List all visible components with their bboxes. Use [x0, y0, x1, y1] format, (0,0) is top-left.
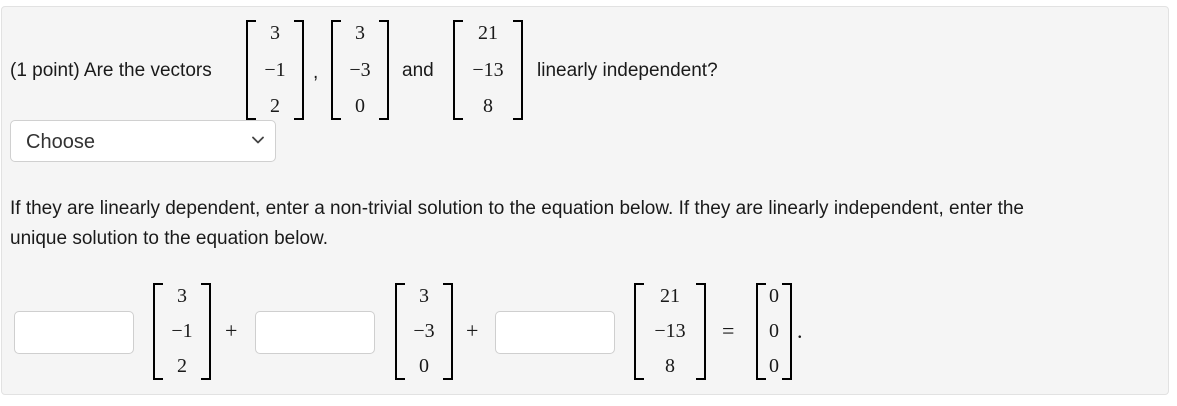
question-vector-2: 3 −3 0 [331, 20, 389, 120]
matrix-cell: 0 [769, 355, 779, 377]
equation-vector-3: 21 −13 8 [634, 283, 706, 380]
instructions-line-1: If they are linearly dependent, enter a … [10, 198, 1024, 219]
matrix-cell: −1 [171, 320, 193, 342]
instructions-line-2: unique solution to the equation below. [10, 228, 328, 249]
matrix-cell: 0 [769, 285, 779, 307]
matrix-cell: 8 [665, 355, 675, 377]
select-value: Choose [26, 131, 95, 153]
chevron-down-icon [252, 136, 264, 144]
equation-vector-1: 3 −1 2 [153, 283, 211, 380]
coefficient-input-1[interactable] [14, 311, 134, 354]
matrix-cell: 21 [478, 22, 498, 44]
coefficient-input-2[interactable] [255, 311, 375, 354]
matrix-cell: 3 [270, 22, 280, 44]
equation-period: . [797, 318, 803, 343]
matrix-cell: 2 [177, 355, 187, 377]
question-prefix: (1 point) Are the vectors [10, 60, 212, 81]
matrix-cell: 3 [355, 22, 365, 44]
matrix-cell: −3 [413, 320, 435, 342]
matrix-cell: 8 [483, 95, 493, 117]
matrix-cell: 3 [419, 285, 429, 307]
matrix-cell: −13 [472, 59, 504, 81]
question-comma: , [313, 62, 319, 83]
matrix-cell: 0 [769, 320, 779, 342]
equals-sign: = [722, 318, 735, 343]
matrix-cell: 2 [270, 95, 280, 117]
matrix-cell: 0 [419, 355, 429, 377]
question-vector-3: 21 −13 8 [453, 20, 523, 120]
matrix-cell: −3 [349, 59, 371, 81]
question-and: and [402, 60, 434, 81]
equation-vector-2: 3 −3 0 [395, 283, 453, 380]
question-vector-1: 3 −1 2 [246, 20, 304, 120]
plus-sign: + [225, 318, 238, 343]
independence-select[interactable]: Choose [10, 120, 276, 162]
matrix-cell: 0 [355, 95, 365, 117]
matrix-cell: 3 [177, 285, 187, 307]
coefficient-input-3[interactable] [495, 311, 615, 354]
zero-vector: 0 0 0 [756, 283, 792, 380]
matrix-cell: −1 [264, 59, 286, 81]
matrix-cell: 21 [660, 285, 680, 307]
plus-sign: + [466, 318, 479, 343]
matrix-cell: −13 [654, 320, 686, 342]
question-suffix: linearly independent? [537, 60, 718, 81]
